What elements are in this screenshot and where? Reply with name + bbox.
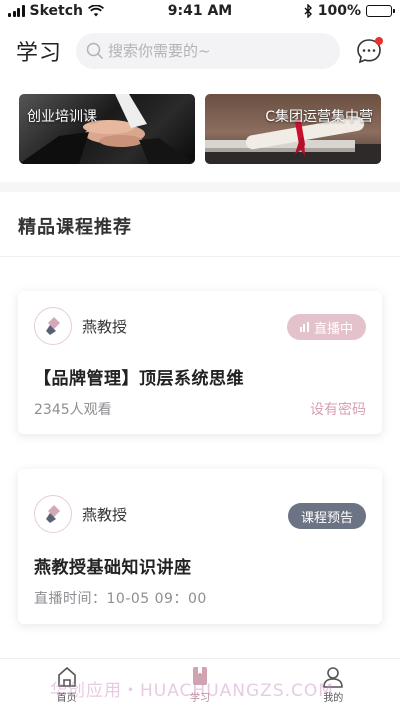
badge-label: 课程预告 [300,510,353,526]
bottom-nav: 首页 学习 我的 [0,658,400,710]
course-card[interactable]: 燕教授 直播中 【品牌管理】顶层系统思维 2345人观看 设有密码 [18,291,382,434]
avatar [34,307,72,345]
banner-row: 创业培训课 C集团运营集中营 [19,94,381,164]
teacher-name: 燕教授 [82,317,128,336]
tab-label: 学习 [189,693,210,704]
avatar [34,495,72,533]
teacher-logo-icon [46,317,60,335]
carrier-label: Sketch [29,3,83,19]
banner-hands-image [19,94,195,164]
status-bar: Sketch 9:41 AM 100% [0,0,400,22]
course-card[interactable]: 燕教授 课程预告 燕教授基础知识讲座 直播时间：10-05 09：00 [18,469,382,624]
message-button[interactable] [354,36,384,66]
divider [0,256,400,257]
user-icon [323,667,344,688]
tab-label: 我的 [323,693,344,704]
card-header: 燕教授 [34,307,127,345]
banner-startup-training[interactable]: 创业培训课 [19,94,195,164]
card-header: 燕教授 [34,495,127,533]
wifi-icon [87,5,104,17]
live-signal-icon [299,322,309,332]
header: 学习 [0,30,400,72]
search-input[interactable] [108,42,309,60]
badge-label: 直播中 [313,321,353,337]
signal-icon [8,5,25,17]
section-divider [0,182,400,192]
tab-study[interactable]: 学习 [133,659,266,710]
course-title: 【品牌管理】顶层系统思维 [34,369,244,389]
notification-dot [375,37,383,45]
home-icon [57,667,76,687]
book-icon [192,667,207,685]
banner-label: 创业培训课 [27,109,97,125]
banner-diploma-image [205,116,381,164]
view-count: 2345人观看 [34,402,112,418]
tab-label: 首页 [56,693,77,704]
search-icon [86,42,104,60]
page-title: 学习 [16,41,63,66]
battery-percent: 100% [317,3,361,19]
bluetooth-icon [304,4,312,18]
section-title: 精品课程推荐 [18,217,132,238]
course-title: 燕教授基础知识讲座 [34,558,192,578]
teacher-logo-icon [46,505,60,523]
battery-icon [366,5,395,17]
broadcast-time: 直播时间：10-05 09：00 [34,591,207,607]
preview-badge: 课程预告 [287,503,366,529]
status-right: 100% [304,3,395,19]
search-bar[interactable] [76,33,341,69]
banner-label: C集团运营集中营 [265,109,373,125]
banner-group-operations-camp[interactable]: C集团运营集中营 [205,94,381,164]
status-left: Sketch [8,3,104,19]
tab-home[interactable]: 首页 [0,659,133,710]
live-badge: 直播中 [286,314,366,340]
password-note: 设有密码 [310,402,366,418]
teacher-name: 燕教授 [82,505,128,524]
tab-mine[interactable]: 我的 [267,659,400,710]
